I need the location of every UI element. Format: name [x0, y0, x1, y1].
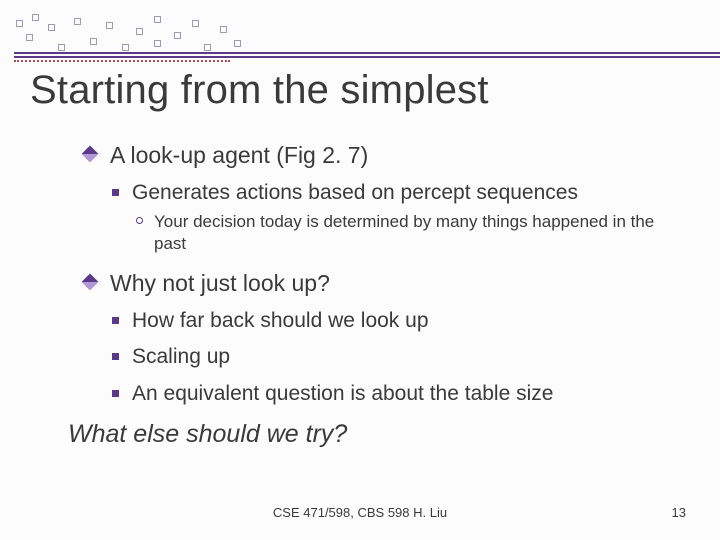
slide: Starting from the simplest A look-up age… — [0, 0, 720, 540]
bullet-text: How far back should we look up — [132, 309, 429, 332]
bullet-level2: Scaling up — [110, 343, 680, 371]
bullet-text: An equivalent question is about the tabl… — [132, 382, 553, 405]
bullet-level3: Your decision today is determined by man… — [134, 211, 680, 254]
square-icon — [112, 353, 119, 360]
bullet-text: A look-up agent (Fig 2. 7) — [110, 142, 368, 168]
decor-strip — [0, 0, 720, 58]
circle-icon — [136, 217, 143, 224]
bullet-text: Scaling up — [132, 345, 230, 368]
footer-course: CSE 471/598, CBS 598 H. Liu — [273, 505, 447, 520]
bullet-level2: How far back should we look up — [110, 307, 680, 335]
square-icon — [112, 390, 119, 397]
bullet-level2: An equivalent question is about the tabl… — [110, 380, 680, 408]
bullet-level1: Why not just look up? — [90, 268, 680, 299]
content-area: A look-up agent (Fig 2. 7) Generates act… — [90, 140, 680, 452]
diamond-icon — [82, 273, 99, 290]
bullet-text: Your decision today is determined by man… — [154, 212, 654, 252]
bullet-level1: A look-up agent (Fig 2. 7) — [90, 140, 680, 171]
square-icon — [112, 189, 119, 196]
closing-question: What else should we try? — [68, 418, 680, 452]
page-number: 13 — [672, 505, 686, 520]
bullet-text: Why not just look up? — [110, 270, 330, 296]
square-icon — [112, 317, 119, 324]
bullet-level2: Generates actions based on percept seque… — [110, 179, 680, 207]
page-title: Starting from the simplest — [30, 68, 489, 113]
diamond-icon — [82, 146, 99, 163]
bullet-text: Generates actions based on percept seque… — [132, 181, 578, 204]
